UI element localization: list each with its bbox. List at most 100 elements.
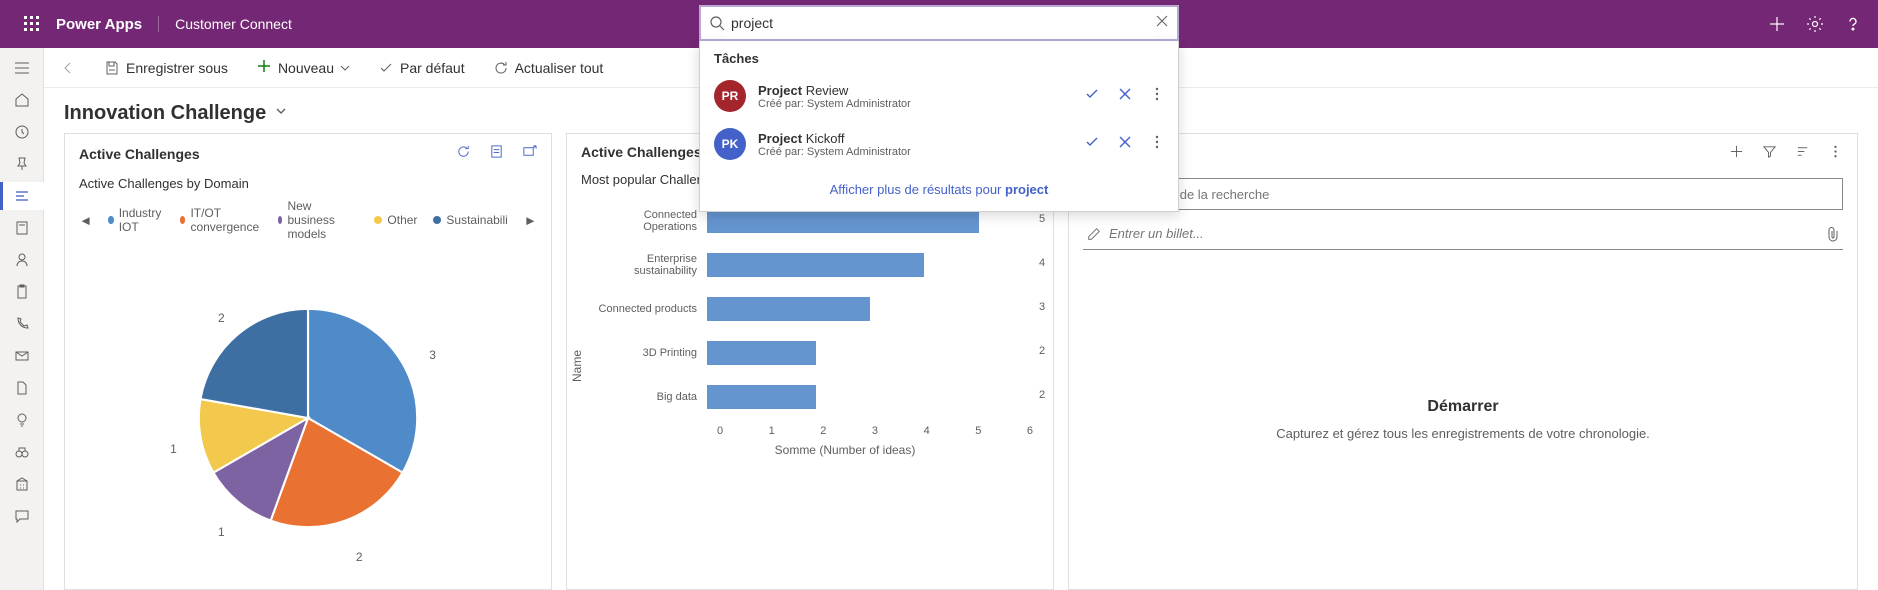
- close-icon[interactable]: [1118, 87, 1132, 106]
- nav-recent[interactable]: [0, 118, 44, 146]
- timeline-empty-sub: Capturez et gérez tous les enregistremen…: [1276, 426, 1650, 441]
- search-show-more[interactable]: Afficher plus de résultats pour project: [700, 168, 1178, 211]
- nav-idea[interactable]: [0, 406, 44, 434]
- nav-clipboard[interactable]: [0, 278, 44, 306]
- nav-home[interactable]: [0, 86, 44, 114]
- bar-category-label: 3D Printing: [587, 347, 707, 359]
- app-header: Power Apps Customer Connect Tâches PR Pr…: [0, 0, 1878, 48]
- filter-icon[interactable]: [1762, 144, 1777, 164]
- timeline-note[interactable]: [1083, 218, 1843, 250]
- timeline-empty-title: Démarrer: [1427, 398, 1498, 416]
- result-subtitle: Créé par: System Administrator: [758, 146, 1084, 158]
- axis-tick: 2: [820, 425, 826, 437]
- search-icon: [709, 15, 725, 31]
- legend-prev[interactable]: ◄: [79, 213, 92, 228]
- bar-category-label: Connected products: [587, 303, 707, 315]
- add-icon[interactable]: [1768, 15, 1786, 33]
- y-axis-label: Name: [570, 350, 584, 382]
- sort-icon[interactable]: [1795, 144, 1810, 164]
- bar-row: Big data 2: [587, 375, 1033, 419]
- refresh-all-button[interactable]: Actualiser tout: [489, 56, 608, 80]
- panel-title: Active Challenges: [581, 144, 702, 160]
- expand-icon[interactable]: [522, 144, 537, 164]
- search-box[interactable]: [699, 5, 1179, 41]
- bar-category-label: Enterprise sustainability: [587, 253, 707, 277]
- axis-tick: 1: [769, 425, 775, 437]
- nav-chat[interactable]: [0, 502, 44, 530]
- pie-data-label: 2: [218, 311, 225, 325]
- axis-tick: 5: [975, 425, 981, 437]
- app-launcher-icon[interactable]: [16, 8, 48, 40]
- bar-chart[interactable]: Name Connected Operations 5 Enterprise s…: [567, 189, 1053, 589]
- records-icon[interactable]: [489, 144, 504, 164]
- bar-value-label: 3: [1039, 301, 1045, 313]
- attach-icon[interactable]: [1827, 226, 1839, 242]
- more-icon[interactable]: [1150, 87, 1164, 106]
- add-record-icon[interactable]: [1729, 144, 1744, 164]
- help-icon[interactable]: [1844, 15, 1862, 33]
- bar-value-label: 5: [1039, 213, 1045, 225]
- global-search: Tâches PR Project Review Créé par: Syste…: [699, 5, 1179, 212]
- bar-row: Connected products 3: [587, 287, 1033, 331]
- nav-dashboard[interactable]: [0, 182, 44, 210]
- nav-contacts[interactable]: [0, 246, 44, 274]
- nav-rail: [0, 48, 44, 590]
- result-title: Project Review: [758, 83, 1084, 98]
- pie-chart[interactable]: 32112: [65, 247, 551, 589]
- more-icon[interactable]: [1828, 144, 1843, 164]
- bar-value-label: 4: [1039, 257, 1045, 269]
- timeline-search-input[interactable]: [1106, 187, 1834, 202]
- chevron-down-icon: [340, 63, 350, 73]
- axis-tick: 0: [717, 425, 723, 437]
- search-result-row[interactable]: PR Project Review Créé par: System Admin…: [700, 72, 1178, 120]
- legend-next[interactable]: ►: [524, 213, 537, 228]
- edit-icon: [1087, 227, 1101, 241]
- panel-title: Active Challenges: [79, 146, 200, 162]
- app-subtitle: Customer Connect: [158, 16, 292, 32]
- refresh-icon[interactable]: [456, 144, 471, 164]
- search-input[interactable]: [725, 7, 1155, 39]
- nav-mail[interactable]: [0, 342, 44, 370]
- search-result-row[interactable]: PK Project Kickoff Créé par: System Admi…: [700, 120, 1178, 168]
- bar-value-label: 2: [1039, 389, 1045, 401]
- pie-legend: ◄ Industry IOT IT/OT convergence New bus…: [65, 193, 551, 247]
- nav-phone[interactable]: [0, 310, 44, 338]
- bar-category-label: Big data: [587, 391, 707, 403]
- timeline-search[interactable]: [1083, 178, 1843, 210]
- axis-tick: 4: [924, 425, 930, 437]
- check-icon[interactable]: [1084, 86, 1100, 107]
- panel-active-challenges-pie: Active Challenges Active Challenges by D…: [64, 133, 552, 590]
- nav-item[interactable]: [0, 214, 44, 242]
- x-axis-label: Somme (Number of ideas): [657, 443, 1033, 457]
- nav-binoculars[interactable]: [0, 438, 44, 466]
- nav-file[interactable]: [0, 374, 44, 402]
- clear-search-icon[interactable]: [1155, 14, 1169, 33]
- pie-data-label: 3: [429, 348, 436, 362]
- new-button[interactable]: Nouveau: [252, 54, 354, 81]
- more-icon[interactable]: [1150, 135, 1164, 154]
- close-icon[interactable]: [1118, 135, 1132, 154]
- axis-tick: 6: [1027, 425, 1033, 437]
- chart-subtitle: Active Challenges by Domain: [65, 170, 551, 193]
- pie-data-label: 1: [170, 442, 177, 456]
- nav-building[interactable]: [0, 470, 44, 498]
- default-button[interactable]: Par défaut: [374, 56, 469, 80]
- search-results-dropdown: Tâches PR Project Review Créé par: Syste…: [699, 41, 1179, 212]
- result-avatar: PR: [714, 80, 746, 112]
- back-button[interactable]: [56, 56, 80, 80]
- bar-category-label: Connected Operations: [587, 209, 707, 233]
- page-title: Innovation Challenge: [64, 102, 266, 125]
- timeline-note-input[interactable]: [1109, 226, 1819, 241]
- nav-pinned[interactable]: [0, 150, 44, 178]
- check-icon[interactable]: [1084, 134, 1100, 155]
- search-group-header: Tâches: [700, 41, 1178, 72]
- bar-row: 3D Printing 2: [587, 331, 1033, 375]
- settings-icon[interactable]: [1806, 15, 1824, 33]
- axis-tick: 3: [872, 425, 878, 437]
- save-as-button[interactable]: Enregistrer sous: [100, 56, 232, 80]
- pie-data-label: 2: [356, 550, 363, 564]
- nav-hamburger[interactable]: [0, 54, 44, 82]
- result-subtitle: Créé par: System Administrator: [758, 98, 1084, 110]
- page-title-dropdown[interactable]: [274, 104, 288, 123]
- result-title: Project Kickoff: [758, 131, 1084, 146]
